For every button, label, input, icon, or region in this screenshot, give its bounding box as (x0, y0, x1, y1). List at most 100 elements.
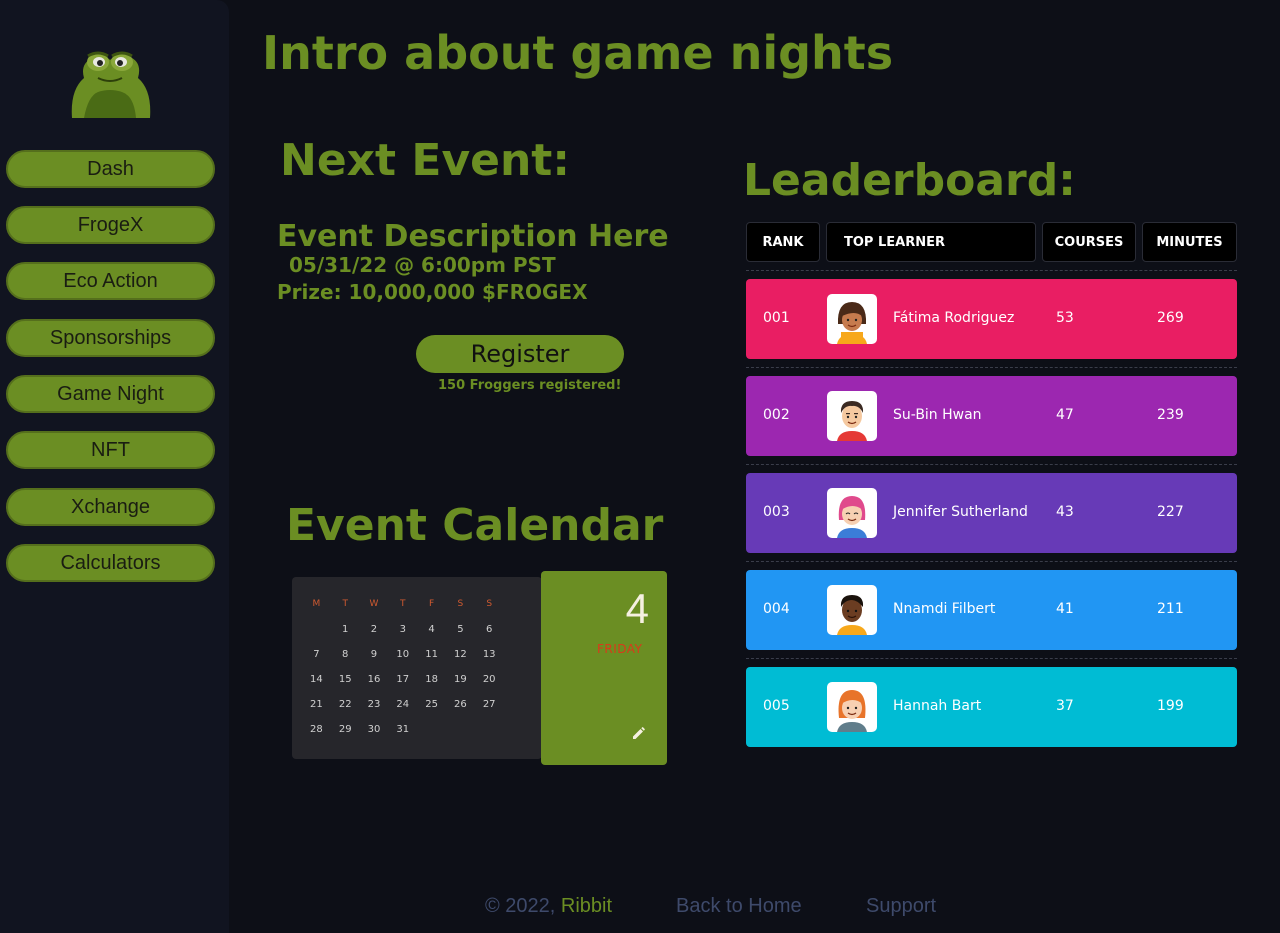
learner-name-cell: Jennifer Sutherland (893, 504, 1028, 520)
leaderboard-heading: Leaderboard: (743, 155, 1076, 206)
row-divider (746, 658, 1237, 659)
sidebar: Dash FrogeX Eco Action Sponsorships Game… (0, 0, 229, 933)
calendar-day[interactable]: 23 (360, 699, 389, 710)
calendar-day[interactable]: 1 (331, 624, 360, 635)
avatar-man-dark-hair-icon (827, 391, 877, 441)
learner-name-cell: Su-Bin Hwan (893, 407, 982, 423)
table-row[interactable]: 001 Fátima Rodriguez 53 269 (746, 279, 1237, 359)
event-calendar-heading: Event Calendar (286, 500, 664, 551)
avatar-woman-orange-hair-icon (827, 682, 877, 732)
footer-copyright: © 2022, Ribbit (485, 895, 612, 918)
nav-xchange-button[interactable]: Xchange (6, 488, 215, 526)
event-prize: Prize: 10,000,000 $FROGEX (277, 280, 588, 304)
calendar-day[interactable]: 16 (360, 674, 389, 685)
rank-cell: 001 (763, 310, 790, 326)
page-title: Intro about game nights (262, 26, 894, 80)
calendar-day[interactable]: 3 (388, 624, 417, 635)
nav-dash-button[interactable]: Dash (6, 150, 215, 188)
rank-cell: 002 (763, 407, 790, 423)
column-header-rank[interactable]: RANK (746, 222, 820, 262)
calendar-day[interactable]: 26 (446, 699, 475, 710)
calendar-day[interactable]: 10 (388, 649, 417, 660)
weekday-label: T (342, 599, 348, 609)
learner-name-cell: Nnamdi Filbert (893, 601, 996, 617)
calendar-day[interactable]: 24 (388, 699, 417, 710)
row-divider (746, 561, 1237, 562)
calendar-day[interactable]: 15 (331, 674, 360, 685)
calendar-day[interactable]: 9 (360, 649, 389, 660)
calendar-day[interactable]: 5 (446, 624, 475, 635)
calendar-day[interactable]: 14 (302, 674, 331, 685)
table-row[interactable]: 002 Su-Bin Hwan 47 239 (746, 376, 1237, 456)
row-divider (746, 367, 1237, 368)
table-row[interactable]: 004 Nnamdi Filbert 41 211 (746, 570, 1237, 650)
calendar-day[interactable]: 31 (388, 724, 417, 735)
learner-name-cell: Fátima Rodriguez (893, 310, 1015, 326)
calendar-day[interactable]: 13 (475, 649, 504, 660)
calendar-day[interactable]: 30 (360, 724, 389, 735)
avatar-man-dark-skin-icon (827, 585, 877, 635)
next-event-heading: Next Event: (280, 135, 570, 186)
courses-cell: 47 (1056, 407, 1074, 423)
courses-cell: 37 (1056, 698, 1074, 714)
calendar-day[interactable]: 18 (417, 674, 446, 685)
calendar-day[interactable]: 11 (417, 649, 446, 660)
column-header-courses[interactable]: COURSES (1042, 222, 1136, 262)
calendar-week-row: 1 2 3 4 5 6 (302, 624, 504, 635)
frog-logo-icon[interactable] (62, 30, 158, 126)
avatar-woman-brown-hair-icon (827, 294, 877, 344)
nav-game-night-button[interactable]: Game Night (6, 375, 215, 413)
weekday-label: M (312, 599, 321, 609)
minutes-cell: 269 (1157, 310, 1184, 326)
calendar-day[interactable] (446, 724, 475, 735)
courses-cell: 41 (1056, 601, 1074, 617)
minutes-cell: 211 (1157, 601, 1184, 617)
nav-nft-button[interactable]: NFT (6, 431, 215, 469)
calendar-day[interactable]: 8 (331, 649, 360, 660)
table-row[interactable]: 003 Jennifer Sutherland 43 227 (746, 473, 1237, 553)
event-description: Event Description Here (277, 219, 669, 254)
minutes-cell: 227 (1157, 504, 1184, 520)
minutes-cell: 239 (1157, 407, 1184, 423)
nav-frogex-button[interactable]: FrogeX (6, 206, 215, 244)
minutes-cell: 199 (1157, 698, 1184, 714)
support-link[interactable]: Support (866, 895, 936, 918)
registered-count: 150 Froggers registered! (438, 378, 622, 393)
calendar-day[interactable]: 28 (302, 724, 331, 735)
courses-cell: 43 (1056, 504, 1074, 520)
nav-eco-action-button[interactable]: Eco Action (6, 262, 215, 300)
calendar-grid: M T W T F S S 1 2 3 4 5 6 7 8 9 10 11 12… (292, 577, 542, 759)
calendar-day[interactable] (475, 724, 504, 735)
rank-cell: 004 (763, 601, 790, 617)
rank-cell: 005 (763, 698, 790, 714)
calendar-weekday-row: M T W T F S S (302, 599, 504, 609)
calendar-day[interactable]: 27 (475, 699, 504, 710)
calendar-week-row: 28 29 30 31 (302, 724, 504, 735)
calendar-day[interactable]: 17 (388, 674, 417, 685)
calendar-day[interactable] (302, 624, 331, 635)
nav-calculators-button[interactable]: Calculators (6, 544, 215, 582)
calendar-day[interactable]: 4 (417, 624, 446, 635)
calendar-day[interactable]: 20 (475, 674, 504, 685)
row-divider (746, 270, 1237, 271)
table-row[interactable]: 005 Hannah Bart 37 199 (746, 667, 1237, 747)
weekday-label: T (400, 599, 406, 609)
calendar-day[interactable]: 25 (417, 699, 446, 710)
calendar-day[interactable]: 21 (302, 699, 331, 710)
weekday-label: S (486, 599, 493, 609)
calendar-day[interactable]: 2 (360, 624, 389, 635)
calendar-day[interactable]: 12 (446, 649, 475, 660)
calendar-day[interactable]: 6 (475, 624, 504, 635)
weekday-label: F (428, 599, 435, 609)
calendar-day[interactable] (417, 724, 446, 735)
calendar-day[interactable]: 7 (302, 649, 331, 660)
back-to-home-link[interactable]: Back to Home (676, 895, 802, 918)
register-button[interactable]: Register (416, 335, 624, 373)
calendar-day[interactable]: 29 (331, 724, 360, 735)
pencil-icon[interactable] (630, 726, 646, 742)
column-header-minutes[interactable]: MINUTES (1142, 222, 1237, 262)
column-header-top-learner[interactable]: TOP LEARNER (826, 222, 1036, 262)
calendar-day[interactable]: 19 (446, 674, 475, 685)
nav-sponsorships-button[interactable]: Sponsorships (6, 319, 215, 357)
calendar-day[interactable]: 22 (331, 699, 360, 710)
